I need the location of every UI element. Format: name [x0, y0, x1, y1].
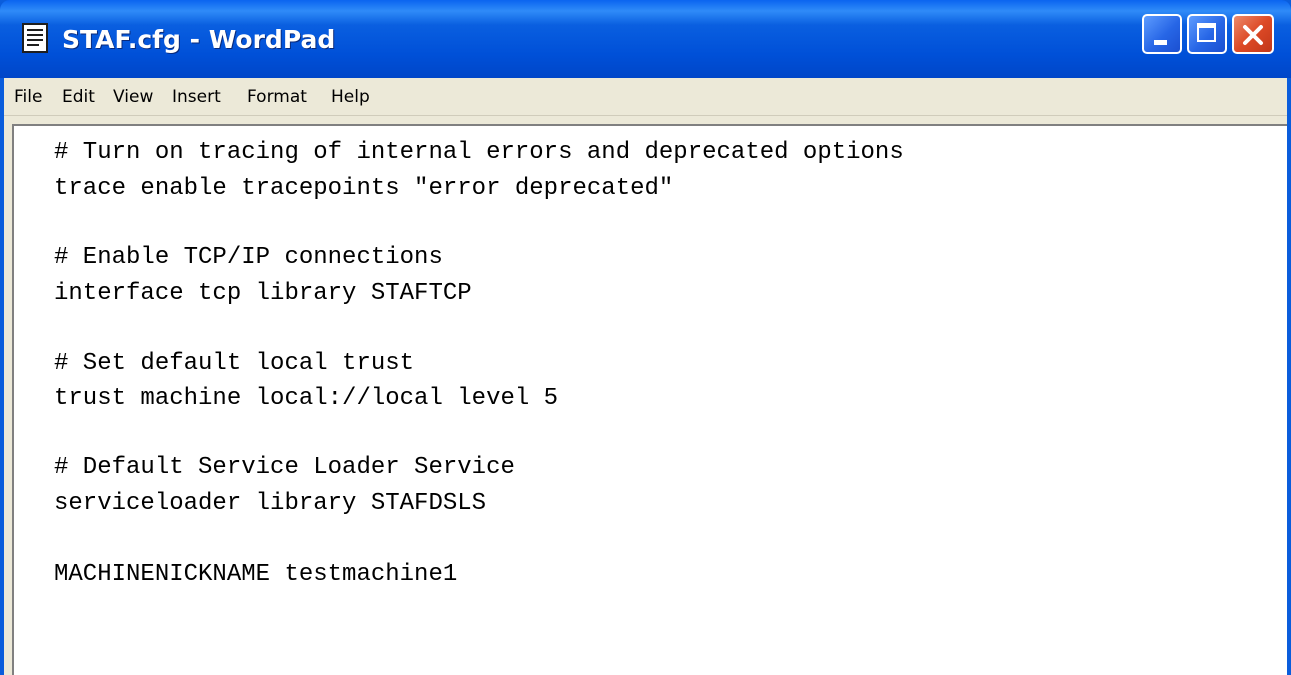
document-line: # Turn on tracing of internal errors and… [54, 139, 904, 166]
window-title: STAF.cfg - WordPad [62, 25, 336, 54]
document-editor[interactable]: # Turn on tracing of internal errors and… [12, 124, 1287, 675]
menu-file[interactable]: File [10, 78, 46, 116]
menu-format[interactable]: Format [243, 78, 311, 116]
close-icon [1243, 25, 1263, 45]
menu-help[interactable]: Help [327, 78, 374, 116]
menu-view[interactable]: View [109, 78, 157, 116]
menu-insert[interactable]: Insert [168, 78, 225, 116]
title-bar[interactable]: STAF.cfg - WordPad [0, 0, 1291, 78]
maximize-button[interactable] [1187, 14, 1227, 54]
document-line: # Set default local trust [54, 350, 415, 377]
document-line: serviceloader library STAFDSLS [54, 490, 487, 517]
document-line: trust machine local://local level 5 [54, 385, 559, 412]
wordpad-window: STAF.cfg - WordPad File Edit View Insert… [0, 0, 1291, 675]
menu-bar: File Edit View Insert Format Help [4, 78, 1287, 116]
document-line: MACHINENICKNAME testmachine1 [54, 561, 458, 588]
wordpad-document-icon[interactable] [22, 23, 48, 53]
menu-edit[interactable]: Edit [58, 78, 99, 116]
minimize-icon [1154, 40, 1167, 45]
document-line: trace enable tracepoints "error deprecat… [54, 175, 674, 202]
minimize-button[interactable] [1142, 14, 1182, 54]
close-button[interactable] [1232, 14, 1274, 54]
document-line: # Enable TCP/IP connections [54, 244, 443, 271]
document-line: # Default Service Loader Service [54, 454, 515, 481]
document-line: interface tcp library STAFTCP [54, 280, 472, 307]
maximize-icon [1197, 23, 1216, 42]
